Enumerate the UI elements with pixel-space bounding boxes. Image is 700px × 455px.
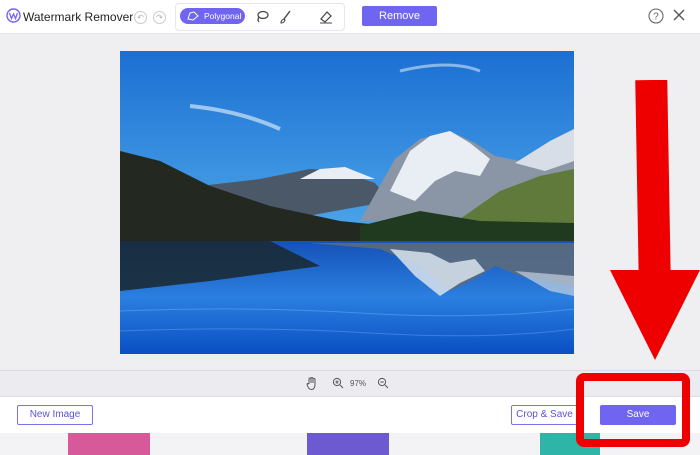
tools-bar: Polygonal <box>175 3 345 31</box>
zoom-out-icon[interactable] <box>377 377 389 389</box>
remove-button[interactable]: Remove <box>362 6 437 26</box>
red-arrow-annotation <box>610 80 700 360</box>
polygon-icon <box>187 11 199 21</box>
help-icon[interactable]: ? <box>648 8 664 24</box>
zoom-level: 97% <box>350 379 367 388</box>
uploaded-image[interactable] <box>120 51 574 354</box>
close-icon[interactable] <box>672 8 686 22</box>
polygonal-tool-button[interactable]: Polygonal <box>180 8 245 24</box>
save-highlight-box <box>576 373 690 447</box>
app-header: Watermark Remover ↶ ↷ Polygonal Remove ? <box>0 0 700 34</box>
polygonal-tool-label: Polygonal <box>204 11 242 21</box>
background-card <box>307 433 389 455</box>
lasso-icon[interactable] <box>254 9 270 25</box>
background-card <box>68 433 150 455</box>
app-logo-icon <box>6 8 21 23</box>
eraser-icon[interactable] <box>318 9 334 25</box>
undo-button[interactable]: ↶ <box>134 11 147 24</box>
hand-pan-icon[interactable] <box>305 376 319 391</box>
crop-and-save-button[interactable]: Crop & Save <box>511 405 578 425</box>
app-title: Watermark Remover <box>23 10 134 24</box>
new-image-button[interactable]: New Image <box>17 405 93 425</box>
zoom-in-icon[interactable] <box>332 377 344 389</box>
brush-icon[interactable] <box>278 9 294 25</box>
mountain-lake-photo <box>120 51 574 354</box>
redo-button[interactable]: ↷ <box>153 11 166 24</box>
svg-text:?: ? <box>653 12 659 23</box>
